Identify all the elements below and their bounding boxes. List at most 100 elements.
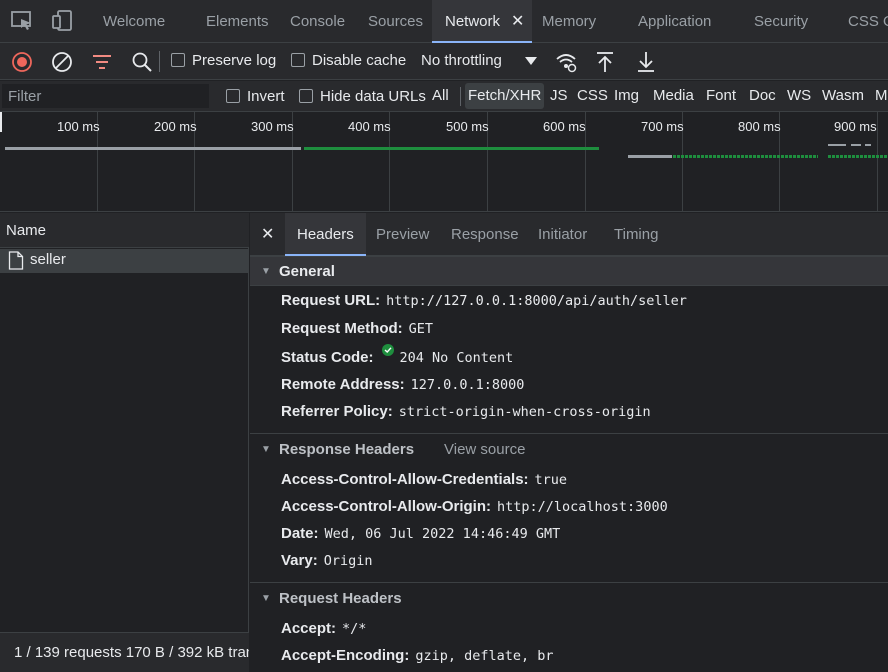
header-value[interactable]: Wed, 06 Jul 2022 14:46:49 GMT <box>325 526 561 542</box>
timeline-handle[interactable] <box>0 112 2 132</box>
hide-data-urls-label: Hide data URLs <box>320 88 426 105</box>
filter-type-css[interactable]: CSS <box>574 83 611 109</box>
column-header-name[interactable]: Name <box>0 213 249 248</box>
header-value[interactable]: true <box>535 472 568 488</box>
inspect-element-icon[interactable] <box>9 8 35 34</box>
filter-type-ws[interactable]: WS <box>784 83 814 109</box>
section-title: Response Headers <box>279 441 415 458</box>
filter-type-manifest[interactable]: M <box>872 83 888 109</box>
clear-icon[interactable] <box>49 49 75 75</box>
export-har-icon[interactable] <box>633 49 659 75</box>
tab-headers[interactable]: Headers <box>285 213 366 256</box>
network-conditions-icon[interactable] <box>553 49 579 75</box>
section-response-headers-header[interactable]: ▼ Response Headers View source <box>250 435 888 465</box>
triangle-down-icon: ▼ <box>261 593 271 604</box>
header-key: Date: <box>281 525 319 542</box>
tab-initiator[interactable]: Initiator <box>538 213 587 256</box>
timeline-bar-download <box>828 155 888 158</box>
tab-console[interactable]: Console <box>290 0 345 43</box>
tab-elements[interactable]: Elements <box>206 0 269 43</box>
header-value[interactable]: http://127.0.0.1:8000/api/auth/seller <box>386 293 687 309</box>
request-name: seller <box>30 251 66 268</box>
filter-type-wasm[interactable]: Wasm <box>819 83 867 109</box>
toolbar-divider <box>159 51 160 72</box>
disable-cache-checkbox[interactable] <box>291 53 305 67</box>
filter-type-fetch-xhr[interactable]: Fetch/XHR <box>465 83 545 109</box>
header-value[interactable]: 127.0.0.1:8000 <box>411 377 525 393</box>
import-har-icon[interactable] <box>592 49 618 75</box>
chevron-down-icon[interactable] <box>525 56 537 66</box>
tab-welcome[interactable]: Welcome <box>103 0 165 43</box>
grid-line <box>877 112 878 211</box>
timeline-tick: 300 ms <box>251 119 294 134</box>
tab-response[interactable]: Response <box>451 213 519 256</box>
filter-type-js[interactable]: JS <box>547 83 571 109</box>
details-tab-bar: ✕ Headers Preview Response Initiator Tim… <box>250 213 888 256</box>
tab-memory[interactable]: Memory <box>542 0 596 43</box>
timeline-bar-download <box>673 155 818 158</box>
record-stop-icon[interactable] <box>9 49 35 75</box>
tab-timing[interactable]: Timing <box>614 213 658 256</box>
devtools-tab-bar: Welcome Elements Console Sources Network… <box>0 0 888 43</box>
preserve-log-label: Preserve log <box>192 52 277 69</box>
header-row: Access-Control-Allow-Credentials: true <box>281 468 567 492</box>
filter-type-media[interactable]: Media <box>650 83 697 109</box>
invert-checkbox[interactable] <box>226 89 240 103</box>
header-row: Remote Address: 127.0.0.1:8000 <box>281 373 524 397</box>
section-divider <box>250 433 888 434</box>
device-toolbar-icon[interactable] <box>50 8 76 34</box>
section-divider <box>250 582 888 583</box>
tab-application[interactable]: Application <box>638 0 711 43</box>
header-row: Status Code: 204 No Content <box>281 344 513 368</box>
view-source-link[interactable]: View source <box>444 435 525 465</box>
status-ok-icon <box>381 344 394 356</box>
network-toolbar: Preserve log Disable cache No throttling <box>0 43 888 80</box>
preserve-log-checkbox[interactable] <box>171 53 185 67</box>
timeline-tick: 500 ms <box>446 119 489 134</box>
header-value[interactable]: Origin <box>324 553 373 569</box>
filter-type-doc[interactable]: Doc <box>746 83 779 109</box>
timeline-overview[interactable]: 100 ms 200 ms 300 ms 400 ms 500 ms 600 m… <box>0 112 888 212</box>
triangle-down-icon: ▼ <box>261 266 271 277</box>
header-value[interactable]: http://localhost:3000 <box>497 499 668 515</box>
filter-input[interactable] <box>2 84 209 108</box>
filter-divider <box>460 87 461 106</box>
header-key: Request Method: <box>281 320 403 337</box>
tab-css-overview[interactable]: CSS O <box>848 0 888 43</box>
timeline-bar-waiting <box>865 144 871 146</box>
header-key: Accept: <box>281 620 337 637</box>
filter-type-font[interactable]: Font <box>703 83 739 109</box>
timeline-bar-waiting <box>828 144 846 146</box>
header-key: Access-Control-Allow-Origin: <box>281 498 492 515</box>
header-key: Status Code: <box>281 349 374 366</box>
search-icon[interactable] <box>129 49 155 75</box>
filter-icon[interactable] <box>89 49 115 75</box>
header-row: Date: Wed, 06 Jul 2022 14:46:49 GMT <box>281 522 560 546</box>
section-request-headers-header[interactable]: ▼ Request Headers <box>250 584 888 614</box>
header-value[interactable]: strict-origin-when-cross-origin <box>399 404 651 420</box>
header-value[interactable]: gzip, deflate, br <box>415 648 553 664</box>
header-value[interactable]: GET <box>409 321 433 337</box>
filter-type-all[interactable]: All <box>429 83 452 109</box>
request-row[interactable]: seller <box>0 249 249 273</box>
header-row: Accept: */* <box>281 617 366 641</box>
timeline-bar-waiting <box>851 144 861 146</box>
header-key: Vary: <box>281 552 318 569</box>
header-row: Request Method: GET <box>281 317 433 341</box>
header-value[interactable]: */* <box>342 621 366 637</box>
filter-type-img[interactable]: Img <box>611 83 642 109</box>
close-tab-icon[interactable]: ✕ <box>511 0 524 43</box>
header-key: Request URL: <box>281 292 381 309</box>
close-details-icon[interactable]: ✕ <box>261 213 274 256</box>
section-general-header[interactable]: ▼ General <box>250 256 888 286</box>
tab-sources[interactable]: Sources <box>368 0 423 43</box>
header-value[interactable]: 204 No Content <box>400 350 514 366</box>
tab-preview[interactable]: Preview <box>376 213 429 256</box>
throttling-select[interactable]: No throttling <box>421 52 502 69</box>
header-row: Access-Control-Allow-Origin: http://local… <box>281 495 668 519</box>
header-row: Request URL: http://127.0.0.1:8000/api/au… <box>281 289 687 313</box>
hide-data-urls-checkbox[interactable] <box>299 89 313 103</box>
timeline-bar-download <box>304 147 599 150</box>
header-key: Remote Address: <box>281 376 405 393</box>
tab-security[interactable]: Security <box>754 0 808 43</box>
